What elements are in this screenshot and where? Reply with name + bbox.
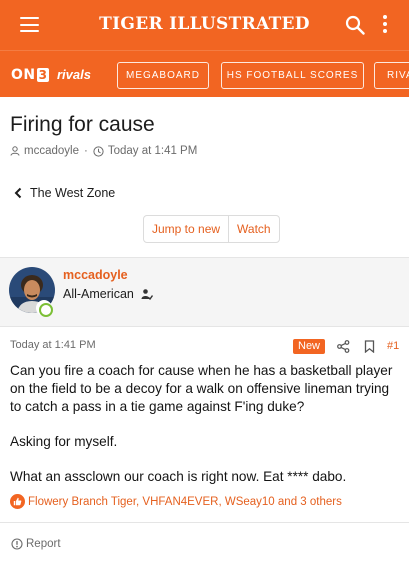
- post-paragraph: Can you fire a coach for cause when he h…: [10, 363, 393, 414]
- divider: [0, 522, 409, 523]
- thread-title: Firing for cause: [10, 113, 155, 136]
- reactions-list[interactable]: Flowery Branch Tiger, VHFAN4EVER, WSeay1…: [28, 496, 342, 508]
- rivals-logo[interactable]: rivals: [57, 67, 91, 82]
- reactions-bar[interactable]: Flowery Branch Tiger, VHFAN4EVER, WSeay1…: [10, 494, 342, 509]
- breadcrumb[interactable]: The West Zone: [14, 186, 115, 200]
- post-paragraph: Asking for myself.: [10, 434, 118, 449]
- report-label: Report: [26, 538, 61, 550]
- user-title: All-American: [63, 287, 153, 301]
- secondary-nav: ON 3 rivals MEGABOARD HS FOOTBALL SCORES …: [0, 50, 409, 97]
- on3-logo[interactable]: ON 3: [11, 67, 50, 83]
- report-icon: [11, 538, 23, 550]
- user-title-label: All-American: [63, 287, 134, 301]
- user-badge-icon: [141, 289, 153, 300]
- nav-pill-megaboard[interactable]: MEGABOARD: [117, 62, 209, 89]
- post-author-name[interactable]: mccadoyle: [63, 268, 128, 282]
- thread-meta: mccadoyle · Today at 1:41 PM: [10, 145, 197, 157]
- share-icon[interactable]: [337, 340, 350, 353]
- online-status-icon: [36, 300, 53, 317]
- post-author-panel: mccadoyle All-American: [0, 257, 409, 327]
- search-icon[interactable]: [345, 15, 365, 35]
- on3-logo-number: 3: [36, 68, 50, 82]
- post-number-link[interactable]: #1: [387, 340, 399, 352]
- report-link[interactable]: Report: [11, 538, 61, 550]
- breadcrumb-label: The West Zone: [30, 186, 116, 200]
- app-header: TIGER ILLUSTRATED: [0, 0, 409, 50]
- post-body: Can you fire a coach for cause when he h…: [10, 362, 402, 503]
- thread-author[interactable]: mccadoyle: [24, 145, 79, 157]
- clock-icon: [93, 145, 104, 157]
- on3-logo-text: ON: [11, 67, 36, 83]
- bookmark-icon[interactable]: [364, 340, 375, 353]
- post-time[interactable]: Today at 1:41 PM: [10, 339, 96, 351]
- nav-pill-hs-football-scores[interactable]: HS FOOTBALL SCORES: [221, 62, 364, 89]
- jump-to-new-button[interactable]: Jump to new: [144, 216, 228, 242]
- watch-button[interactable]: Watch: [228, 216, 279, 242]
- nav-pill-rivals[interactable]: RIVA: [374, 62, 409, 89]
- post-paragraph: What an assclown our coach is right now.…: [10, 469, 347, 484]
- user-icon: [10, 146, 20, 156]
- thread-actions: Jump to new Watch: [143, 215, 280, 243]
- kebab-icon[interactable]: [380, 15, 390, 35]
- chevron-left-icon: [14, 187, 22, 199]
- new-badge: New: [293, 339, 326, 354]
- thread-time[interactable]: Today at 1:41 PM: [108, 145, 198, 157]
- meta-separator: ·: [83, 145, 88, 157]
- like-icon: [10, 494, 25, 509]
